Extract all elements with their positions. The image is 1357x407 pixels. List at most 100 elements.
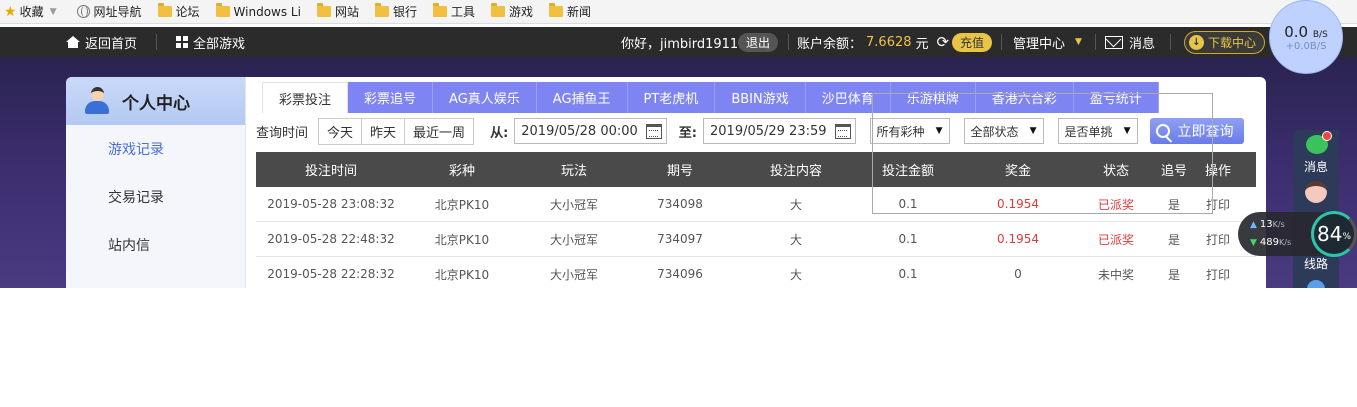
sidebar-item-inbox[interactable]: 站内信 [66, 221, 245, 269]
print-link[interactable]: 打印 [1198, 266, 1238, 283]
home-icon [66, 36, 80, 48]
bookmark-folder[interactable]: 新闻 [545, 0, 597, 24]
bookmark-folder[interactable]: 网站 [313, 0, 365, 24]
cell-content: 大 [789, 197, 802, 212]
calendar-icon[interactable] [834, 123, 851, 139]
balance-value: 7.6628 [866, 34, 912, 50]
refresh-icon[interactable]: ⟳ [937, 33, 950, 51]
all-games-link[interactable]: 全部游戏 [176, 27, 245, 57]
network-monitor[interactable]: ▲ 13K/s ▼ 489K/s 84% [1238, 211, 1357, 257]
dock-messages-label[interactable]: 消息 [1293, 158, 1339, 175]
cell-status: 已派奖 [1097, 197, 1134, 212]
folder-icon [157, 3, 172, 17]
bookmark-label: 网站 [334, 5, 359, 19]
bookmark-label: 网址导航 [93, 5, 142, 19]
download-arrow-icon: ▼ [1250, 238, 1257, 248]
greeting: 你好，jimbird1911 [621, 36, 739, 52]
search-label: 立即查询 [1177, 124, 1234, 140]
speed-sub: +0.0B/S [1285, 40, 1327, 52]
lottery-select[interactable]: 所有彩种 ▼ [869, 118, 950, 144]
cell-content: 大 [789, 267, 802, 282]
network-rates: ▲ 13K/s ▼ 489K/s [1238, 216, 1291, 252]
personal-center-panel: 个人中心 游戏记录 交易记录 站内信 彩票投注 彩票追号 AG真人娱乐 AG捕鱼… [66, 77, 1266, 288]
today-button[interactable]: 今天 [319, 118, 363, 144]
print-link[interactable]: 打印 [1198, 196, 1238, 213]
search-icon [1155, 124, 1170, 138]
column-header: 投注时间 [304, 164, 357, 179]
tab-ag-fishing[interactable]: AG捕鱼王 [536, 82, 628, 113]
star-icon: ★ [4, 3, 17, 20]
bookmark-nav[interactable]: 网址导航 [73, 0, 148, 24]
home-link[interactable]: 返回首页 [66, 27, 137, 57]
manage-menu[interactable]: 管理中心 ▼ [1013, 27, 1082, 57]
table-row: 2019-05-28 23:08:32 北京PK10 大小冠军 734098 大… [256, 187, 1256, 222]
messages-link[interactable]: 消息 [1105, 27, 1155, 57]
print-link[interactable]: 打印 [1198, 231, 1238, 248]
cell-play: 大小冠军 [549, 197, 598, 212]
quick-range-group: 今天 昨天 最近一周 [318, 117, 475, 145]
divider [156, 34, 157, 50]
memory-usage-ring: 84% [1311, 211, 1357, 257]
tab-leyou-cards[interactable]: 乐游棋牌 [890, 82, 976, 113]
status-select-value: 全部状态 [970, 124, 1019, 139]
tab-ag-live[interactable]: AG真人娱乐 [433, 82, 537, 113]
speed-main: 0.0 B/S [1284, 23, 1328, 41]
chevron-down-icon: ▼ [49, 6, 57, 17]
tab-saba-sports[interactable]: 沙巴体育 [805, 82, 891, 113]
bookmark-favorites[interactable]: ★ 收藏 ▼ [0, 0, 63, 24]
cell-prize: 0.1954 [997, 197, 1039, 211]
download-button[interactable]: ↓ 下载中心 [1184, 27, 1266, 57]
to-label: 至: [678, 125, 697, 141]
recharge-label: 充值 [952, 32, 993, 52]
avatar [84, 87, 110, 115]
chevron-down-icon: ▼ [1075, 37, 1082, 47]
dock-line-label[interactable]: 线路 [1293, 255, 1339, 272]
column-header: 奖金 [1004, 164, 1031, 179]
recharge-button[interactable]: 充值 [952, 27, 993, 57]
last-week-button[interactable]: 最近一周 [405, 118, 474, 144]
tab-pt-slots[interactable]: PT老虎机 [627, 82, 716, 113]
bookmark-folder[interactable]: 论坛 [154, 0, 206, 24]
download-icon: ↓ [1189, 34, 1204, 50]
cell-bet-time: 2019-05-28 23:08:32 [267, 197, 395, 211]
folder-icon [374, 3, 389, 17]
tab-bbin[interactable]: BBIN游戏 [715, 82, 806, 113]
tab-lottery-bets[interactable]: 彩票投注 [262, 82, 349, 113]
to-date-input[interactable]: 2019/05/29 23:59 [703, 118, 856, 144]
single-select[interactable]: 是否单挑 ▼ [1057, 118, 1138, 144]
from-date-input[interactable]: 2019/05/28 00:00 [514, 118, 667, 144]
bookmark-folder[interactable]: Windows Li [212, 0, 307, 24]
bookmark-folder[interactable]: 银行 [371, 0, 423, 24]
cell-prize: 0 [1014, 267, 1022, 281]
bookmark-folder[interactable]: 游戏 [487, 0, 539, 24]
support-avatar-icon[interactable] [1305, 181, 1327, 203]
cell-chase: 是 [1167, 267, 1180, 282]
messages-label: 消息 [1129, 36, 1156, 52]
cell-lottery: 北京PK10 [434, 232, 490, 247]
logout-label: 退出 [738, 32, 779, 52]
upload-unit: K/s [1272, 220, 1285, 229]
screen: ★ 收藏 ▼ 网址导航 论坛 Windows Li 网站 银行 工具 游戏 新闻… [0, 0, 1357, 288]
upload-rate: 13 [1259, 219, 1273, 230]
calendar-icon[interactable] [645, 123, 662, 139]
globe-icon[interactable] [1307, 280, 1325, 288]
tab-lottery-chase[interactable]: 彩票追号 [348, 82, 434, 113]
column-header: 投注内容 [769, 164, 822, 179]
bookmark-label: Windows Li [233, 4, 301, 19]
folder-icon [316, 3, 331, 17]
tab-profit-stats[interactable]: 盈亏统计 [1073, 82, 1159, 113]
speed-widget[interactable]: 0.0 B/S +0.0B/S [1269, 0, 1343, 74]
bookmark-label: 收藏 [19, 5, 44, 19]
cell-status: 已派奖 [1097, 232, 1134, 247]
sidebar-item-game-records[interactable]: 游戏记录 [66, 125, 245, 173]
bookmark-folder[interactable]: 工具 [429, 0, 481, 24]
status-select[interactable]: 全部状态 ▼ [963, 118, 1044, 144]
tab-hk-mark-six[interactable]: 香港六合彩 [975, 82, 1074, 113]
sidebar-item-transactions[interactable]: 交易记录 [66, 173, 245, 221]
chevron-down-icon: ▼ [935, 126, 943, 136]
cell-chase: 是 [1167, 232, 1180, 247]
yesterday-button[interactable]: 昨天 [362, 118, 406, 144]
logout-button[interactable]: 退出 [738, 27, 779, 57]
search-button[interactable]: 立即查询 [1149, 118, 1244, 144]
sidebar-title: 个人中心 [122, 93, 190, 114]
